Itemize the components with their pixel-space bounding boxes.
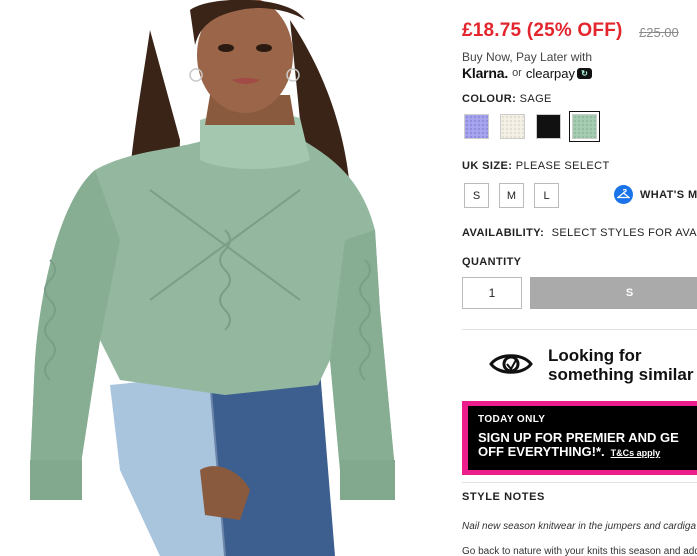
klarna-logo[interactable]: Klarna.	[462, 65, 508, 81]
size-option-s[interactable]: S	[464, 183, 489, 208]
hanger-icon	[614, 185, 633, 204]
swatch-sage[interactable]	[569, 111, 600, 142]
product-image[interactable]	[0, 0, 446, 556]
find-similar-text: Looking for something similar	[548, 346, 693, 384]
find-similar-link[interactable]: Looking for something similar	[462, 346, 697, 386]
bnpl-text: Buy Now, Pay Later with	[462, 50, 593, 64]
find-similar-line-1: Looking for	[548, 346, 642, 365]
style-notes-text-2: Go back to nature with your knits this s…	[462, 546, 697, 556]
availability-label: AVAILABILITY:	[462, 227, 545, 239]
availability: AVAILABILITY: SELECT STYLES FOR AVAILA	[462, 227, 697, 239]
premier-promo-banner[interactable]: TODAY ONLY SIGN UP FOR PREMIER AND GE OF…	[462, 401, 697, 475]
promo-inner: TODAY ONLY SIGN UP FOR PREMIER AND GE OF…	[468, 406, 697, 470]
size-guide-link[interactable]: WHAT'S M	[614, 185, 697, 204]
promo-line-2-text: OFF EVERYTHING!*.	[478, 444, 605, 459]
divider	[462, 482, 697, 483]
colour-label: COLOUR: SAGE	[462, 93, 552, 105]
add-to-bag-button[interactable]: S	[530, 277, 697, 309]
price-row: £18.75 (25% OFF) £25.00	[462, 20, 679, 42]
eye-icon	[489, 354, 533, 374]
promo-kicker: TODAY ONLY	[478, 414, 546, 425]
size-label-key: UK SIZE:	[462, 160, 513, 172]
style-notes-text-1: Nail new season knitwear in the jumpers …	[462, 521, 697, 532]
find-similar-line-2: something similar	[548, 365, 694, 384]
original-price: £25.00	[639, 25, 679, 40]
divider	[462, 329, 697, 330]
swatch-lilac[interactable]	[464, 114, 489, 139]
size-option-l[interactable]: L	[534, 183, 559, 208]
colour-swatches	[464, 111, 608, 142]
size-value: PLEASE SELECT	[515, 160, 610, 172]
promo-headline: SIGN UP FOR PREMIER AND GE OFF EVERYTHIN…	[478, 431, 692, 460]
size-options: S M L	[464, 183, 569, 208]
clearpay-logo[interactable]: clearpay ↻	[526, 66, 592, 81]
style-notes-heading: STYLE NOTES	[462, 491, 545, 503]
availability-value: SELECT STYLES FOR AVAILA	[551, 227, 697, 239]
clearpay-label: clearpay	[525, 65, 575, 81]
swatch-black[interactable]	[536, 114, 561, 139]
swatch-cream[interactable]	[500, 114, 525, 139]
bnpl-or: or	[512, 67, 522, 79]
size-guide-label: WHAT'S M	[640, 188, 697, 201]
promo-line-2: OFF EVERYTHING!*. T&Cs apply	[478, 445, 692, 460]
colour-label-key: COLOUR:	[462, 93, 517, 105]
colour-value: SAGE	[519, 93, 552, 105]
bnpl-logos: Klarna. or clearpay ↻	[462, 65, 592, 81]
size-option-m[interactable]: M	[499, 183, 524, 208]
quantity-label: QUANTITY	[462, 256, 522, 268]
promo-line-1: SIGN UP FOR PREMIER AND GE	[478, 430, 679, 445]
sale-price: £18.75 (25% OFF)	[462, 20, 623, 41]
size-label: UK SIZE: PLEASE SELECT	[462, 160, 610, 172]
product-details-panel: £18.75 (25% OFF) £25.00 Buy Now, Pay Lat…	[462, 0, 697, 556]
clearpay-icon: ↻	[576, 67, 592, 79]
promo-tc-link[interactable]: T&Cs apply	[611, 448, 661, 458]
quantity-input[interactable]: 1	[462, 277, 522, 309]
